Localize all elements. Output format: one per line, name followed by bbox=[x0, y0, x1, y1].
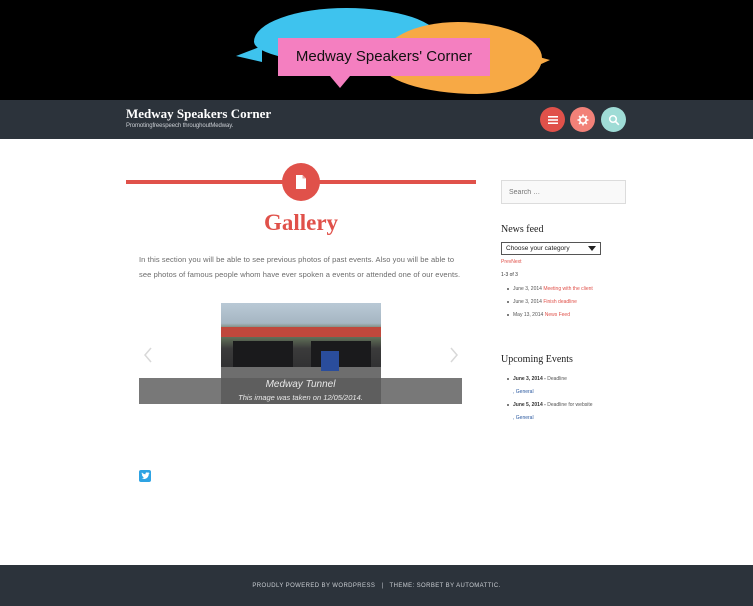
event-title[interactable]: Deadline bbox=[547, 376, 567, 382]
news-item: May 13, 2014 News Feed bbox=[507, 309, 593, 322]
slide-caption-description: This image was taken on 12/05/2014. bbox=[238, 393, 363, 402]
footer-separator: | bbox=[381, 583, 384, 589]
chevron-left-icon[interactable] bbox=[143, 347, 153, 363]
news-item-link[interactable]: Finish deadline bbox=[543, 299, 577, 305]
news-item-date: May 13, 2014 bbox=[513, 312, 544, 318]
event-category[interactable]: , General bbox=[513, 386, 593, 399]
news-item: June 3, 2014 Finish deadline bbox=[507, 296, 593, 309]
news-count: 1-3 of 3 bbox=[501, 272, 518, 278]
caret-down-icon bbox=[588, 246, 596, 251]
news-next-link[interactable]: Next bbox=[511, 259, 521, 265]
banner-title: Medway Speakers' Corner bbox=[295, 48, 473, 65]
post-format-badge bbox=[282, 163, 320, 201]
page-title: Gallery bbox=[263, 210, 339, 235]
footer-theme-link[interactable]: THEME: SORBET BY AUTOMATTIC. bbox=[390, 583, 501, 589]
site-footer: PROUDLY POWERED BY WORDPRESS | THEME: SO… bbox=[0, 565, 753, 606]
navbar: Medway Speakers Corner Promotingfreespee… bbox=[0, 100, 753, 139]
gallery-slideshow[interactable]: Medway Tunnel This image was taken on 12… bbox=[139, 303, 462, 404]
category-select-value: Choose your category bbox=[506, 245, 570, 252]
news-pagination: PrevNext bbox=[501, 259, 522, 265]
news-list: June 3, 2014 Meeting with the client Jun… bbox=[507, 283, 593, 322]
news-item: June 3, 2014 Meeting with the client bbox=[507, 283, 593, 296]
event-date: June 3, 2014 bbox=[513, 376, 543, 382]
speech-bubble-tail-blue bbox=[236, 46, 262, 62]
site-title[interactable]: Medway Speakers Corner bbox=[126, 106, 271, 122]
speech-bubble-tail-orange bbox=[528, 54, 550, 70]
events-list: June 3, 2014 - Deadline, General June 5,… bbox=[507, 373, 593, 425]
upcoming-events-title: Upcoming Events bbox=[501, 354, 573, 365]
event-item: June 3, 2014 - Deadline, General bbox=[507, 373, 593, 399]
news-item-link[interactable]: Meeting with the client bbox=[543, 286, 592, 292]
header-banner[interactable]: Medway Speakers' Corner bbox=[0, 0, 753, 100]
menu-icon bbox=[547, 115, 558, 124]
tunnel-mouth-left bbox=[233, 341, 293, 367]
tunnel-mouth-right bbox=[311, 341, 371, 367]
event-item: June 5, 2014 - Deadline for website, Gen… bbox=[507, 399, 593, 425]
gear-icon bbox=[577, 114, 588, 125]
speech-bubble-tail-pink bbox=[330, 76, 350, 88]
site-description: Promotingfreespeech throughoutMedway. bbox=[126, 123, 234, 129]
news-item-date: June 3, 2014 bbox=[513, 299, 542, 305]
category-select[interactable]: Choose your category bbox=[501, 242, 601, 255]
news-prev-link[interactable]: Prev bbox=[501, 259, 511, 265]
news-item-date: June 3, 2014 bbox=[513, 286, 542, 292]
search-input[interactable] bbox=[501, 180, 626, 204]
event-title[interactable]: Deadline for website bbox=[547, 402, 592, 408]
slide-caption-title: Medway Tunnel bbox=[265, 379, 336, 390]
post-body-text: In this section you will be able to see … bbox=[139, 255, 461, 279]
event-category[interactable]: , General bbox=[513, 412, 593, 425]
document-icon bbox=[296, 175, 306, 189]
widgets-button[interactable] bbox=[570, 107, 595, 132]
chevron-right-icon[interactable] bbox=[449, 347, 459, 363]
truck bbox=[321, 351, 339, 371]
menu-button[interactable] bbox=[540, 107, 565, 132]
search-button[interactable] bbox=[601, 107, 626, 132]
event-date: June 5, 2014 bbox=[513, 402, 543, 408]
footer-powered-link[interactable]: PROUDLY POWERED BY WORDPRESS bbox=[252, 583, 375, 589]
footer-credits: PROUDLY POWERED BY WORDPRESS | THEME: SO… bbox=[0, 583, 753, 589]
news-item-link[interactable]: News Feed bbox=[545, 312, 570, 318]
twitter-icon[interactable] bbox=[139, 470, 151, 482]
search-icon bbox=[608, 114, 619, 125]
tunnel-band bbox=[221, 327, 381, 337]
news-feed-title: News feed bbox=[501, 224, 544, 235]
